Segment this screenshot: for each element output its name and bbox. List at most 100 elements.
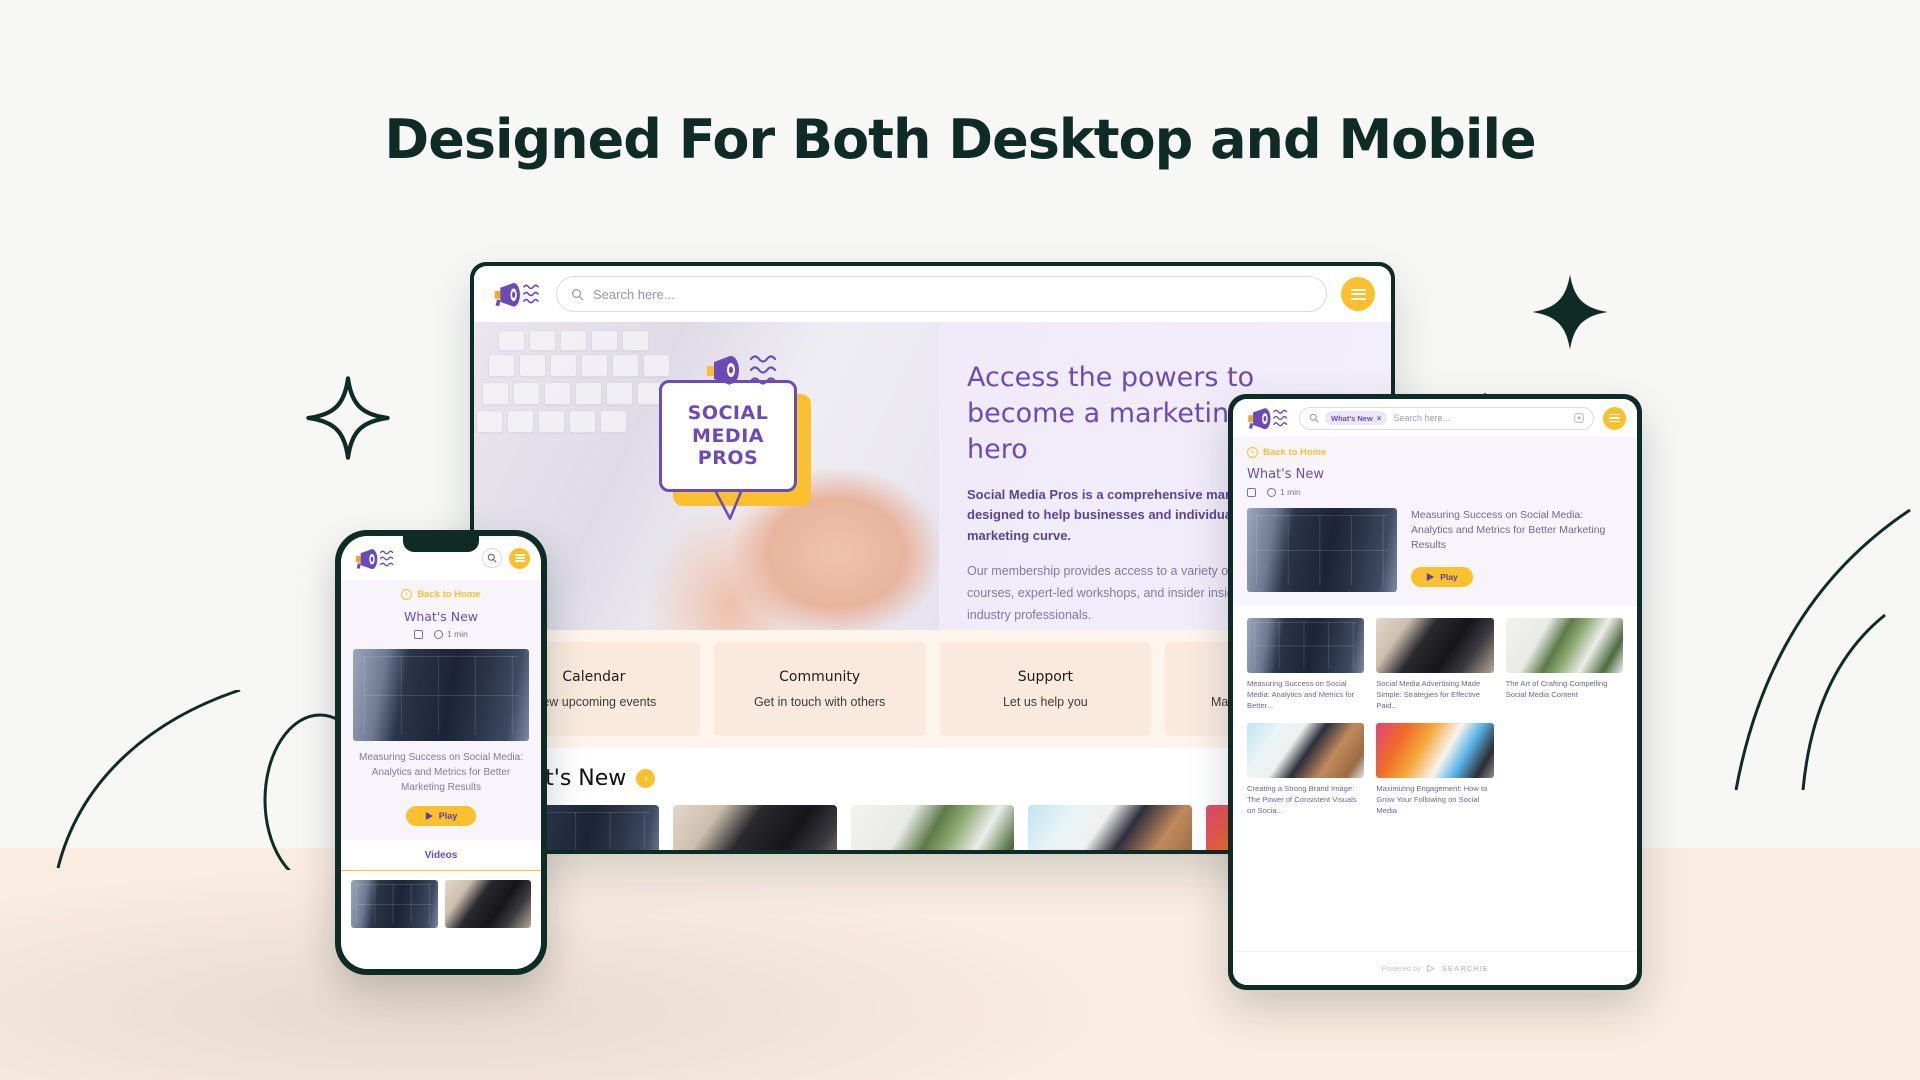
play-button[interactable]: Play: [1411, 566, 1473, 587]
searchie-logo-icon: [1426, 964, 1435, 973]
chevron-right-icon[interactable]: ›: [636, 769, 656, 788]
video-grid: Measuring Success on Social Media: Analy…: [1233, 606, 1637, 951]
thumbnail-apps-phone: [1376, 723, 1494, 778]
section-meta: 1 min: [1247, 487, 1623, 497]
megaphone-logo[interactable]: [1244, 406, 1290, 430]
phone-screen: ‹ Back to Home What's New 1 min Measurin…: [341, 536, 541, 969]
duration-label: 1 min: [1280, 487, 1301, 497]
video-card[interactable]: Social Media Advertising Made Simple: St…: [1376, 618, 1494, 711]
search-button[interactable]: [482, 548, 502, 568]
bubble-body: SOCIAL MEDIA PROS: [659, 380, 797, 492]
bubble-line-2: MEDIA: [692, 424, 764, 447]
bubble-line-3: PROS: [697, 447, 759, 470]
search-icon: [1309, 413, 1319, 423]
video-card-caption: Measuring Success on Social Media: Analy…: [1247, 679, 1355, 710]
clear-icon[interactable]: [1574, 413, 1584, 423]
play-button[interactable]: Play: [406, 806, 476, 826]
close-icon[interactable]: ×: [1377, 414, 1382, 423]
menu-button[interactable]: [1603, 406, 1626, 430]
hamburger-icon: [1350, 286, 1366, 302]
section-title: What's New: [403, 609, 479, 624]
sparkle-icon-left: [306, 376, 390, 460]
play-label: Play: [438, 811, 458, 821]
video-card[interactable]: Measuring Success on Social Media: Analy…: [1247, 618, 1365, 711]
back-to-home-label: Back to Home: [417, 589, 481, 600]
quick-card-title: Support: [1017, 669, 1074, 685]
megaphone-logo[interactable]: [352, 547, 396, 570]
video-card[interactable]: Creating a Strong Brand Image: The Power…: [1247, 723, 1365, 816]
chevron-left-icon: ‹: [1247, 447, 1258, 458]
back-to-home-label: Back to Home: [1263, 447, 1327, 458]
tablet-footer: Powered by SEARCHIE: [1233, 951, 1637, 985]
bubble-megaphone-icon: [707, 355, 777, 385]
video-card-caption: Social Media Advertising Made Simple: St…: [1376, 679, 1481, 710]
quick-card-subtitle: Let us help you: [1002, 695, 1088, 709]
tablet-mockup: What's New × Search here... ‹ Back to Ho…: [1228, 394, 1642, 990]
featured-caption: Measuring Success on Social Media: Analy…: [359, 752, 523, 793]
megaphone-logo[interactable]: [490, 280, 542, 308]
hamburger-icon: [1609, 412, 1620, 424]
section-title: What's New: [1247, 467, 1324, 482]
clock-icon: [434, 629, 444, 639]
search-placeholder: Search here...: [1393, 413, 1450, 423]
play-label: Play: [1440, 571, 1458, 582]
video-thumb-row: [341, 871, 541, 928]
menu-button[interactable]: [1341, 277, 1375, 311]
clock-icon: [1267, 487, 1276, 497]
videos-section: Videos: [341, 840, 541, 969]
decorative-curves-right: [1734, 508, 1911, 791]
menu-button[interactable]: [509, 547, 530, 569]
bubble-line-1: SOCIAL: [687, 402, 769, 425]
video-icon: [414, 629, 424, 639]
sparkle-icon-large: [1532, 274, 1608, 350]
tab-videos[interactable]: Videos: [341, 850, 541, 871]
back-to-home-link[interactable]: ‹ Back to Home: [341, 589, 541, 600]
desktop-header: Search here...: [474, 266, 1391, 322]
video-card-caption: The Art of Crafting Compelling Social Me…: [1505, 679, 1608, 699]
featured-item: Measuring Success on Social Media: Analy…: [1247, 508, 1623, 606]
featured-thumbnail[interactable]: [1247, 508, 1397, 592]
play-icon: [425, 812, 433, 820]
quick-card-subtitle: View upcoming events: [531, 695, 657, 709]
search-icon: [572, 288, 584, 300]
chevron-left-icon: ‹: [401, 589, 413, 600]
featured-thumbnail[interactable]: [353, 649, 529, 741]
search-input[interactable]: What's New × Search here...: [1299, 406, 1594, 430]
quick-card-community[interactable]: Community Get in touch with others: [713, 642, 926, 736]
video-card[interactable]: The Art of Crafting Compelling Social Me…: [1505, 618, 1623, 711]
thumbnail-brand-image: [1247, 723, 1365, 778]
search-input[interactable]: Search here...: [556, 276, 1327, 312]
search-icon: [487, 553, 497, 563]
phone-mockup: ‹ Back to Home What's New 1 min Measurin…: [335, 530, 547, 975]
thumbnail-dashboard-analytics: [1247, 618, 1365, 673]
video-card[interactable]: Maximizing Engagement: How to Grow Your …: [1376, 723, 1494, 816]
tablet-body: ‹ Back to Home What's New 1 min Measurin…: [1233, 437, 1637, 606]
filter-chip-label: What's New: [1331, 413, 1373, 423]
thumbnail-dashboard-analytics[interactable]: [351, 880, 438, 928]
search-placeholder: Search here...: [593, 286, 675, 302]
quick-card-title: Calendar: [562, 669, 626, 685]
thumbnail-laptop-social[interactable]: [444, 880, 531, 928]
duration-label: 1 min: [447, 629, 468, 639]
play-icon: [1427, 572, 1435, 581]
featured-caption: Measuring Success on Social Media: Analy…: [1411, 509, 1606, 552]
page-title: Designed For Both Desktop and Mobile: [384, 108, 1536, 171]
back-to-home-link[interactable]: ‹ Back to Home: [1247, 447, 1623, 458]
thumbnail-laptop-social[interactable]: [673, 805, 837, 850]
bubble-tail-icon: [713, 489, 744, 520]
social-media-pros-logo: SOCIAL MEDIA PROS: [659, 355, 811, 520]
thumbnail-laptop-social: [1376, 618, 1494, 673]
thumbnail-plants-tablet: [1505, 618, 1623, 673]
thumbnail-plants-tablet[interactable]: [850, 805, 1015, 850]
video-card-caption: Creating a Strong Brand Image: The Power…: [1247, 784, 1357, 815]
video-icon: [1247, 487, 1256, 497]
filter-chip-whats-new[interactable]: What's New ×: [1325, 411, 1388, 425]
searchie-brand-label: SEARCHIE: [1441, 964, 1489, 973]
quick-card-support[interactable]: Support Let us help you: [939, 642, 1152, 736]
quick-card-subtitle: Get in touch with others: [753, 695, 886, 709]
thumbnail-brand-image[interactable]: [1028, 805, 1192, 850]
tablet-header: What's New × Search here...: [1233, 399, 1637, 437]
video-card-caption: Maximizing Engagement: How to Grow Your …: [1376, 784, 1488, 815]
hamburger-icon: [514, 552, 525, 563]
phone-notch: [403, 536, 479, 552]
